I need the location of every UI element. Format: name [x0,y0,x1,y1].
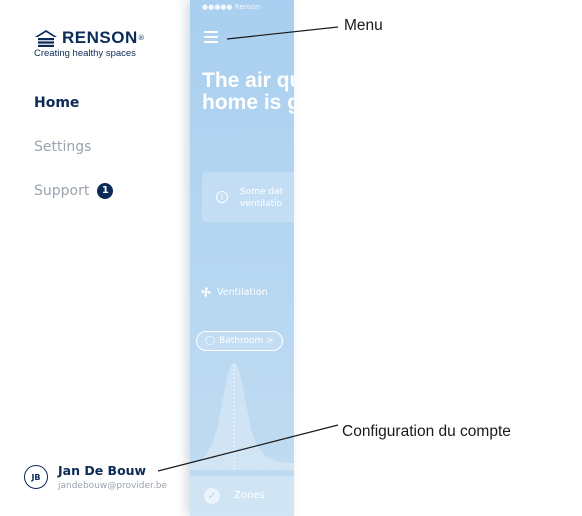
hamburger-menu-icon[interactable] [204,31,218,46]
avatar: JB [24,465,48,489]
nav-item-label: Support [34,183,90,199]
notification-badge: 1 [97,183,114,199]
annotation-account-config: Configuration du compte [342,423,511,440]
brand-registered-mark: ® [137,34,145,42]
brand-name: RENSON [62,28,138,47]
air-quality-graph [190,363,294,470]
renson-logo: RENSON ® Creating healthy spaces [34,28,174,59]
annotation-menu: Menu [344,17,383,34]
screen-headline: The air qu home is g [202,70,294,114]
navigation-drawer: RENSON ® Creating healthy spaces Home Set… [0,0,190,516]
account-button[interactable]: JB Jan De Bouw jandebouw@provider.be [24,463,167,491]
headline-line: home is g [202,91,294,114]
account-name: Jan De Bouw [58,463,147,478]
renson-house-logo-icon [35,30,57,47]
info-text: Some dat ventilatio [240,186,283,210]
nav-item-label: Home [34,95,80,111]
drawer-nav: Home Settings Support 1 [34,92,114,224]
info-line: ventilatio [240,199,283,209]
nav-item-home[interactable]: Home [34,92,113,114]
ventilation-section-label: Ventilation [200,286,268,298]
nav-item-settings[interactable]: Settings [34,136,113,158]
info-card[interactable]: i Some dat ventilatio [202,172,294,222]
brand-tagline: Creating healthy spaces [34,48,136,59]
info-icon: i [216,191,228,203]
account-email: jandebouw@provider.be [58,481,168,491]
info-line: Some dat [240,187,284,197]
fan-icon [201,287,211,297]
ventilation-label: Ventilation [217,286,268,298]
headline-line: The air qu [202,69,294,92]
nav-item-support[interactable]: Support 1 [34,180,114,202]
zones-label: Zones [234,490,265,501]
app-screen-preview: ●●●●● Renson The air qu home is g i Some… [190,0,294,516]
check-icon: ✓ [204,488,220,504]
nav-item-label: Settings [34,139,92,155]
zones-tab[interactable]: ✓ Zones [190,476,294,516]
status-bar: ●●●●● Renson [202,3,261,11]
